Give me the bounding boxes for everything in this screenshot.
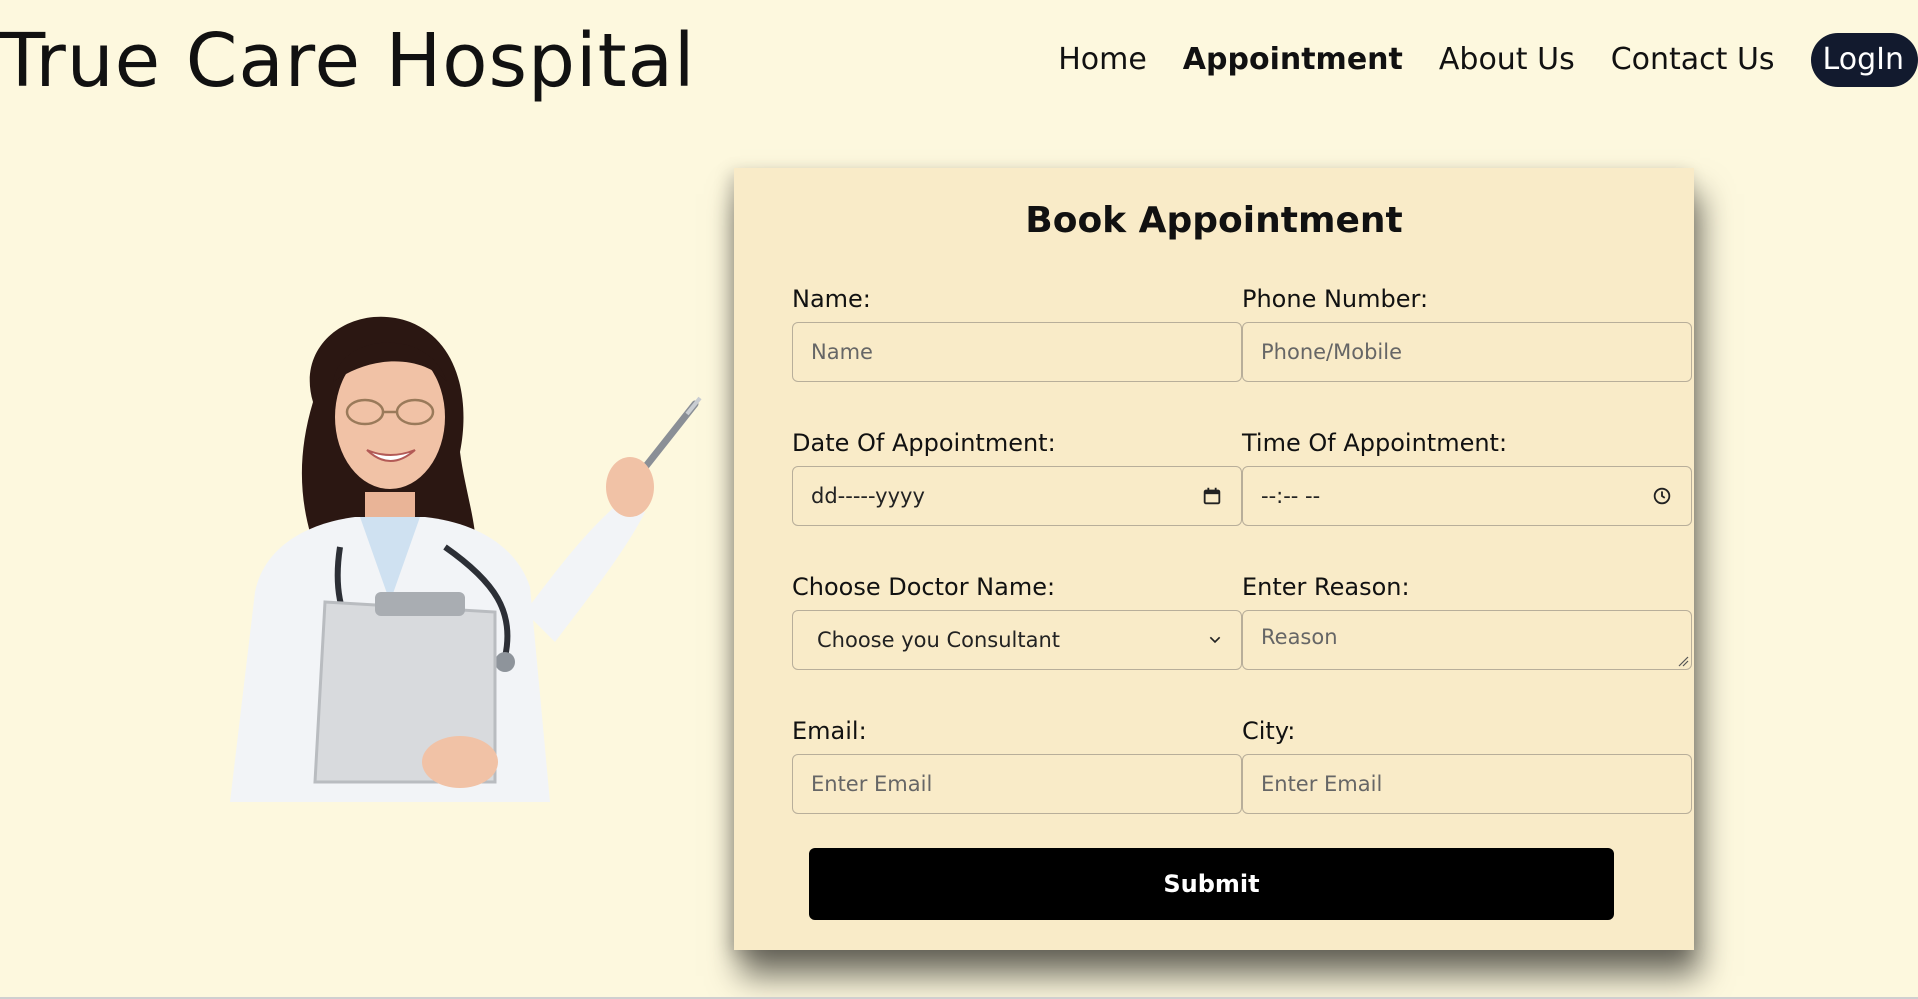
time-label: Time Of Appointment: — [1242, 429, 1508, 457]
name-placeholder: Name — [811, 340, 873, 364]
email-label: Email: — [792, 717, 867, 745]
reason-field-group: Enter Reason: Reason — [1242, 572, 1692, 670]
calendar-icon[interactable] — [1201, 485, 1223, 507]
site-header: True Care Hospital Home Appointment Abou… — [0, 0, 1918, 120]
email-placeholder: Enter Email — [811, 772, 933, 796]
main-nav: Home Appointment About Us Contact Us Log… — [1058, 30, 1918, 90]
email-input[interactable]: Enter Email — [792, 754, 1242, 814]
doctor-label: Choose Doctor Name: — [792, 573, 1056, 601]
name-field-group: Name: Name — [792, 284, 1242, 382]
phone-input[interactable]: Phone/Mobile — [1242, 322, 1692, 382]
submit-button[interactable]: Submit — [809, 848, 1614, 920]
reason-label: Enter Reason: — [1242, 573, 1410, 601]
date-field-group: Date Of Appointment: dd-----yyyy — [792, 428, 1242, 526]
date-input[interactable]: dd-----yyyy — [792, 466, 1242, 526]
time-input[interactable]: --:-- -- — [1242, 466, 1692, 526]
nav-home[interactable]: Home — [1058, 30, 1147, 90]
doctor-illustration — [230, 316, 702, 802]
phone-field-group: Phone Number: Phone/Mobile — [1242, 284, 1692, 382]
city-placeholder: Enter Email — [1261, 772, 1383, 796]
email-field-group: Email: Enter Email — [792, 716, 1242, 814]
reason-placeholder: Reason — [1261, 625, 1338, 649]
nav-about-us[interactable]: About Us — [1439, 30, 1575, 90]
name-input[interactable]: Name — [792, 322, 1242, 382]
date-label: Date Of Appointment: — [792, 429, 1056, 457]
time-field-group: Time Of Appointment: --:-- -- — [1242, 428, 1692, 526]
city-input[interactable]: Enter Email — [1242, 754, 1692, 814]
appointment-form-card: Book Appointment Name: Name Phone Number… — [734, 168, 1694, 950]
doctor-field-group: Choose Doctor Name: Choose you Consultan… — [792, 572, 1242, 670]
chevron-down-icon — [1207, 632, 1223, 648]
form-title: Book Appointment — [1025, 200, 1403, 241]
city-field-group: City: Enter Email — [1242, 716, 1692, 814]
site-brand[interactable]: True Care Hospital — [0, 16, 696, 106]
nav-appointment[interactable]: Appointment — [1183, 30, 1403, 90]
clock-icon[interactable] — [1651, 485, 1673, 507]
name-label: Name: — [792, 285, 871, 313]
phone-label: Phone Number: — [1242, 285, 1429, 313]
resize-grip-icon[interactable] — [1677, 655, 1689, 667]
doctor-selected-value: Choose you Consultant — [817, 628, 1061, 652]
city-label: City: — [1242, 717, 1296, 745]
date-value: dd-----yyyy — [811, 484, 925, 508]
reason-textarea[interactable]: Reason — [1242, 610, 1692, 670]
phone-placeholder: Phone/Mobile — [1261, 340, 1403, 364]
login-button[interactable]: LogIn — [1810, 33, 1918, 87]
time-value: --:-- -- — [1261, 484, 1321, 508]
nav-contact-us[interactable]: Contact Us — [1611, 30, 1775, 90]
doctor-select[interactable]: Choose you Consultant — [792, 610, 1242, 670]
